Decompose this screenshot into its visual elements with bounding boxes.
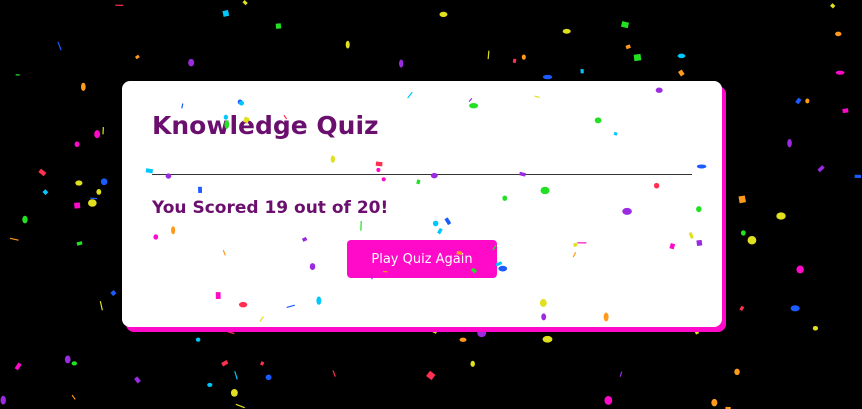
confetti-piece [835,31,842,37]
confetti-piece [265,374,272,381]
confetti-piece [805,98,810,104]
confetti-piece [110,289,117,297]
confetti-piece [242,0,248,6]
confetti-piece [439,11,448,17]
confetti-piece [222,9,230,17]
confetti-piece [562,28,571,34]
confetti-piece [80,82,86,91]
confetti-piece [332,370,336,377]
confetti-piece [134,376,141,384]
confetti-piece [512,58,517,64]
confetti-piece [399,59,404,68]
confetti-piece [42,189,49,196]
confetti-piece [734,368,740,376]
confetti-piece [633,53,642,62]
confetti-piece [619,371,623,378]
confetti-piece [542,335,553,343]
confetti-piece [345,40,350,49]
confetti-piece [74,141,80,148]
confetti-piece [835,70,845,75]
confetti-piece [854,174,862,179]
confetti-piece [74,202,81,209]
confetti-piece [830,3,836,9]
confetti-piece [221,359,229,367]
confetti-piece [625,44,631,50]
confetti-piece [604,395,613,405]
confetti-piece [0,395,6,405]
confetti-piece [76,241,83,246]
confetti-piece [87,199,97,207]
confetti-piece [235,403,245,409]
confetti-piece [75,180,83,186]
confetti-piece [71,394,76,400]
confetti-piece [487,50,490,60]
confetti-piece [620,21,630,29]
confetti-piece [188,58,195,67]
confetti-piece [57,41,62,51]
confetti-piece [38,168,47,177]
confetti-piece [234,371,238,380]
confetti-piece [96,189,102,195]
confetti-piece [796,265,804,274]
confetti-piece [275,23,282,29]
confetti-piece [711,398,718,407]
confetti-piece [580,68,584,74]
confetti-piece [740,230,746,236]
confetti-piece [134,54,140,60]
confetti-piece [677,53,686,59]
confetti-piece [22,215,28,224]
confetti-piece [9,237,19,241]
confetti-piece [14,362,22,371]
page-title: Knowledge Quiz [152,111,379,140]
score-text: You Scored 19 out of 20! [152,198,389,218]
confetti-piece [790,305,800,312]
divider [152,174,692,175]
quiz-result-card: Knowledge Quiz You Scored 19 out of 20! … [122,81,722,327]
confetti-piece [71,361,78,366]
confetti-piece [795,97,802,105]
confetti-piece [842,108,849,114]
confetti-piece [817,165,825,173]
confetti-piece [259,361,265,366]
confetti-piece [195,337,201,342]
confetti-piece [738,195,746,204]
confetti-piece [99,301,103,311]
confetti-piece [747,236,757,245]
confetti-piece [230,389,238,397]
confetti-piece [94,130,101,139]
confetti-piece [776,212,786,220]
confetti-piece [787,138,792,148]
confetti-piece [64,355,71,364]
confetti-piece [426,370,436,381]
confetti-piece [739,305,745,311]
confetti-piece [207,382,213,387]
confetti-piece [678,69,685,77]
confetti-piece [470,360,475,367]
play-again-button[interactable]: Play Quiz Again [347,240,497,278]
confetti-piece [100,178,108,186]
confetti-piece [521,54,526,60]
confetti-piece [542,74,553,80]
confetti-piece [812,325,819,331]
confetti-piece [459,337,467,342]
